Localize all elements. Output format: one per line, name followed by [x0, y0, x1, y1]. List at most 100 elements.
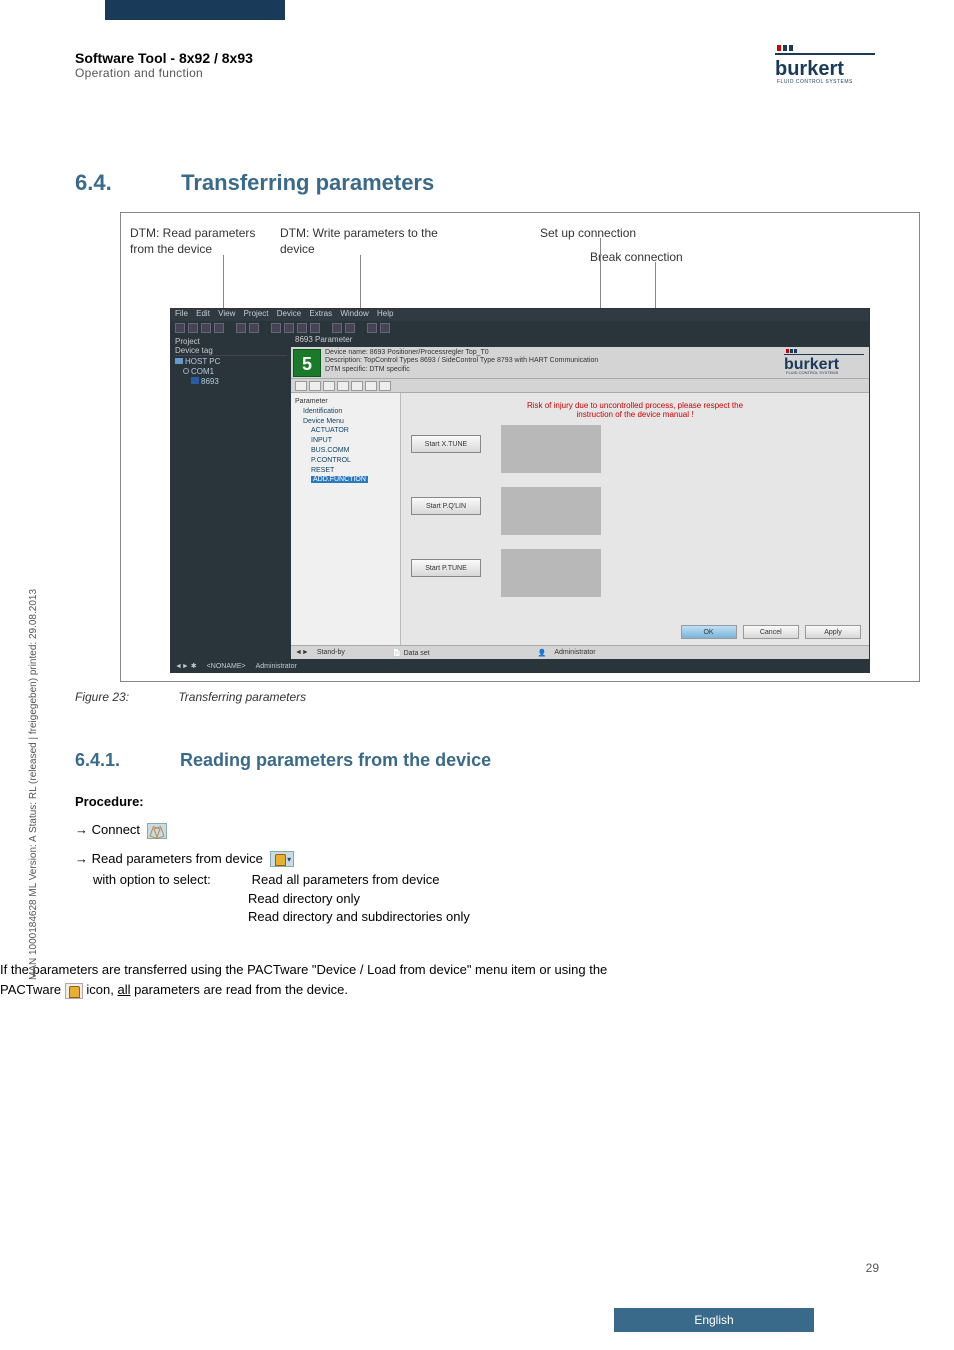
procedure-step: → Read parameters from device with optio… [75, 850, 470, 927]
toolbar-icon[interactable] [345, 323, 355, 333]
note-paragraph: If the parameters are transferred using … [0, 960, 800, 1000]
page-number: 29 [866, 1261, 879, 1275]
tree-root[interactable]: Parameter [295, 397, 396, 407]
warning-text: Risk of injury due to uncontrolled proce… [411, 401, 859, 419]
label: DTM specific: [325, 366, 367, 373]
arrow-icon: → [75, 851, 92, 866]
annot-read: DTM: Read parameters from the device [130, 226, 270, 257]
pactware-window: File Edit View Project Device Extras Win… [170, 308, 870, 673]
ok-button[interactable]: OK [681, 625, 737, 639]
tree-item-selected[interactable]: ADD.FUNCTION [295, 475, 396, 485]
dtm-tool-icon[interactable] [365, 381, 377, 391]
disconnect-icon[interactable] [380, 323, 390, 333]
image-placeholder [501, 425, 601, 473]
dtm-tool-icon[interactable] [323, 381, 335, 391]
device-name-value: 8693 Positioner/Processregler Top_T0 [370, 349, 489, 356]
main-tab[interactable]: 8693 Parameter [291, 335, 869, 347]
figure-label: Figure 23: [75, 690, 175, 704]
toolbar-icon[interactable] [332, 323, 342, 333]
menu-file[interactable]: File [175, 309, 188, 318]
pactware-load-icon [65, 983, 83, 999]
tree-item[interactable]: INPUT [295, 436, 396, 446]
cancel-button[interactable]: Cancel [743, 625, 799, 639]
dtm-spec-value: DTM specific [369, 366, 409, 373]
option-3: Read directory and subdirectories only [248, 909, 470, 924]
figure-caption: Figure 23: Transferring parameters [75, 690, 306, 704]
figure-text: Transferring parameters [178, 690, 306, 704]
tree-item[interactable]: BUS.COMM [295, 446, 396, 456]
page-header: Software Tool - 8x92 / 8x93 Operation an… [75, 50, 875, 80]
tree-item[interactable]: RESET [295, 466, 396, 476]
footer-admin: Administrator [256, 663, 297, 670]
menu-window[interactable]: Window [340, 309, 368, 318]
step-connect: Connect [92, 822, 140, 837]
menu-edit[interactable]: Edit [196, 309, 210, 318]
section-heading: 6.4. Transferring parameters [75, 170, 434, 196]
toolbar-icon[interactable] [310, 323, 320, 333]
tree-device[interactable]: 8693 [175, 377, 287, 386]
top-bar [0, 0, 954, 20]
device-desc-value: TopControl Types 8693 / SideControl Type… [364, 357, 599, 364]
tree-item[interactable]: Device Menu [295, 417, 396, 427]
section-title-text: Transferring parameters [181, 170, 434, 195]
tree-item[interactable]: Identification [295, 407, 396, 417]
menu-help[interactable]: Help [377, 309, 393, 318]
menu-device[interactable]: Device [277, 309, 301, 318]
section-number: 6.4. [75, 170, 175, 196]
image-placeholder [501, 549, 601, 597]
tree-host[interactable]: HOST PC [175, 357, 287, 366]
tree-com[interactable]: COM1 [175, 367, 287, 376]
app-menubar[interactable]: File Edit View Project Device Extras Win… [171, 309, 869, 321]
host-icon [175, 358, 183, 364]
device-type-icon: 5 [293, 349, 321, 377]
start-ptune-button[interactable]: Start P.TUNE [411, 559, 481, 577]
parameter-tree: Parameter Identification Device Menu ACT… [291, 393, 401, 645]
label: Device name: [325, 349, 368, 356]
option-2: Read directory only [248, 891, 360, 906]
write-params-icon[interactable] [297, 323, 307, 333]
menu-view[interactable]: View [218, 309, 235, 318]
tree-item[interactable]: ACTUATOR [295, 426, 396, 436]
annot-setup: Set up connection [540, 226, 636, 242]
apply-button[interactable]: Apply [805, 625, 861, 639]
start-pqlin-button[interactable]: Start P.Q'LIN [411, 497, 481, 515]
arrow-icon: → [75, 822, 92, 837]
menu-project[interactable]: Project [244, 309, 269, 318]
connect-icon[interactable] [367, 323, 377, 333]
parameter-content: Risk of injury due to uncontrolled proce… [401, 393, 869, 645]
project-panel-header: Project [175, 337, 287, 346]
language-tab: English [614, 1308, 814, 1332]
dtm-tool-icon[interactable] [351, 381, 363, 391]
svg-text:FLUID CONTROL SYSTEMS: FLUID CONTROL SYSTEMS [786, 370, 839, 375]
read-params-icon[interactable] [284, 323, 294, 333]
toolbar-icon[interactable] [249, 323, 259, 333]
app-toolbar [171, 321, 869, 335]
subsection-number: 6.4.1. [75, 750, 175, 771]
dtm-tool-icon[interactable] [309, 381, 321, 391]
dtm-tool-icon[interactable] [295, 381, 307, 391]
footer-noname: <NONAME> [207, 663, 246, 670]
svg-text:burkert: burkert [775, 58, 844, 80]
start-xtune-button[interactable]: Start X.TUNE [411, 435, 481, 453]
image-placeholder [501, 487, 601, 535]
toolbar-icon[interactable] [271, 323, 281, 333]
dtm-tool-icon[interactable] [379, 381, 391, 391]
menu-extras[interactable]: Extras [309, 309, 332, 318]
subsection-heading: 6.4.1. Reading parameters from the devic… [75, 750, 491, 771]
toolbar-icon[interactable] [214, 323, 224, 333]
read-from-device-icon [270, 851, 294, 867]
device-info-bar: 5 Device name: 8693 Positioner/Processre… [291, 347, 869, 379]
toolbar-icon[interactable] [201, 323, 211, 333]
doc-title: Software Tool - 8x92 / 8x93 [75, 50, 875, 66]
option-label: with option to select: [93, 871, 248, 890]
tree-item[interactable]: P.CONTROL [295, 456, 396, 466]
dtm-tool-icon[interactable] [337, 381, 349, 391]
dialog-buttons: OK Cancel Apply [677, 625, 861, 639]
dtm-statusbar: ◄► Stand-by 📄 Data set 👤 Administrator [291, 645, 869, 659]
toolbar-icon[interactable] [188, 323, 198, 333]
underlined-all: all [117, 982, 130, 997]
project-panel: Project Device tag HOST PC COM1 8693 [171, 335, 291, 659]
side-metadata: MAN 1000184628 ML Version: A Status: RL … [28, 589, 39, 980]
toolbar-icon[interactable] [175, 323, 185, 333]
toolbar-icon[interactable] [236, 323, 246, 333]
